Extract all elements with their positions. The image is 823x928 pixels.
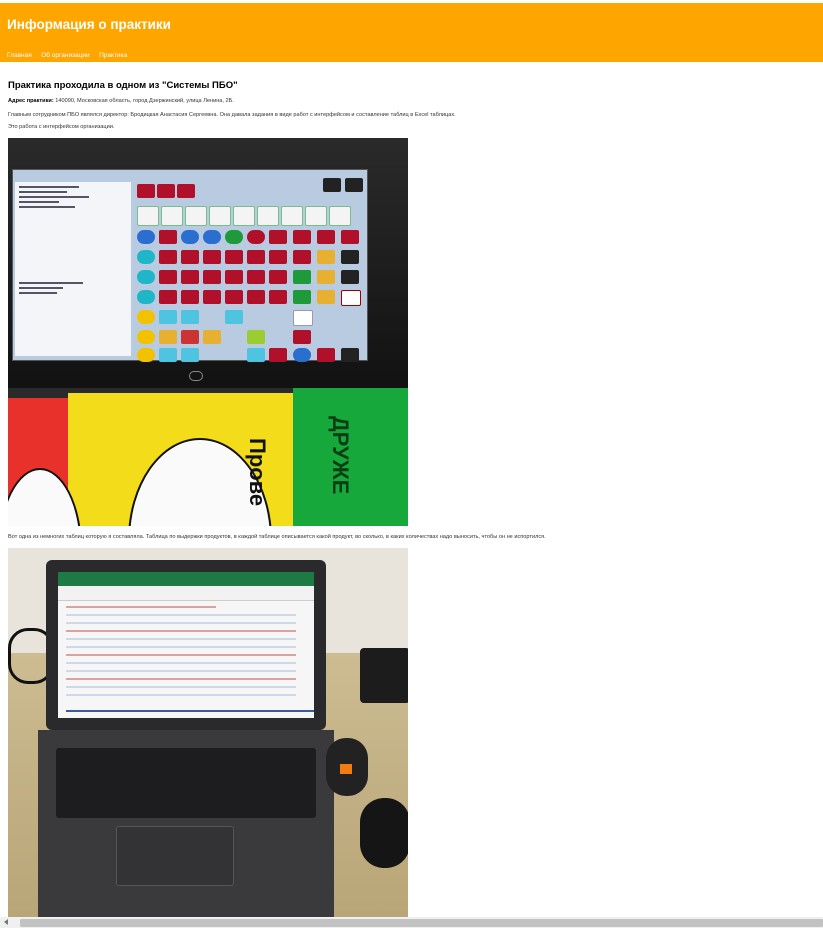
page: Информация о практики Главная Об организ…: [0, 0, 823, 928]
site-title: Информация о практики: [7, 17, 171, 32]
address-label: Адрес практики:: [8, 98, 54, 104]
site-header: Информация о практики Главная Об организ…: [0, 3, 823, 62]
main-nav: Главная Об организации Практика: [7, 44, 132, 62]
photo-text-right: ДРУЖЕ: [328, 416, 353, 495]
nav-link-about[interactable]: Об организации: [41, 52, 89, 59]
keypad: [133, 178, 365, 362]
pos-terminal-photo: Прове ДРУЖЕ: [8, 138, 408, 526]
scrollbar-thumb[interactable]: [20, 919, 823, 927]
nav-link-practice[interactable]: Практика: [99, 52, 127, 59]
interface-paragraph: Это работа с интерфейсом организации.: [8, 124, 115, 130]
printer-device: [360, 648, 408, 703]
main-content: Практика проходила в одном из "Системы П…: [8, 80, 813, 918]
laptop-photo: [8, 548, 408, 918]
section-heading: Практика проходила в одном из "Системы П…: [8, 80, 238, 91]
terminal-home-button-icon: [189, 371, 203, 381]
address-line: Адрес практики: 140090, Московская облас…: [8, 98, 234, 104]
laptop-keyboard: [56, 748, 316, 818]
photo-text-left: Прове: [245, 438, 270, 507]
director-paragraph: Главным сотрудником ПБО являлся директор…: [8, 112, 456, 118]
order-panel: [15, 182, 131, 356]
scroll-left-arrow-icon[interactable]: [4, 919, 8, 925]
table-caption: Вот одна из немногих таблиц которую я со…: [8, 534, 546, 540]
horizontal-scrollbar[interactable]: [0, 917, 823, 928]
address-value: 140090, Московская область, город Дзержи…: [55, 98, 234, 104]
terminal-screen: [12, 169, 368, 362]
excel-ribbon: [58, 572, 314, 586]
excel-toolbar: [58, 586, 314, 601]
nav-link-home[interactable]: Главная: [7, 52, 32, 59]
mouse-icon: [326, 738, 368, 796]
mouse-icon: [360, 798, 408, 868]
laptop-touchpad: [116, 826, 234, 886]
laptop-screen: [58, 572, 314, 718]
